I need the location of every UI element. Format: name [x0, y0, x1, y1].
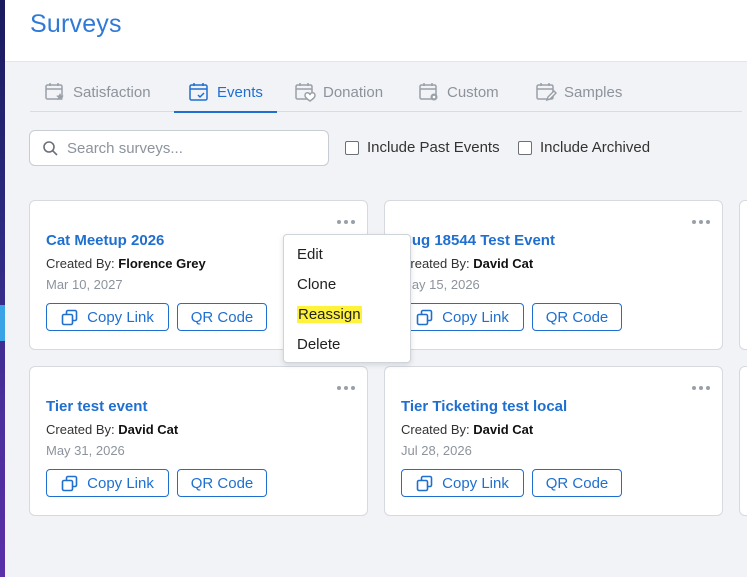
- survey-card-partial: [739, 366, 747, 516]
- copy-link-button[interactable]: Copy Link: [46, 469, 169, 497]
- tab-label: Satisfaction: [73, 83, 151, 101]
- survey-creator: Created By: David Cat: [401, 422, 534, 437]
- tab-events[interactable]: Events: [174, 72, 277, 113]
- more-options-icon[interactable]: [337, 379, 355, 397]
- copy-link-button[interactable]: Copy Link: [401, 303, 524, 331]
- tab-label: Events: [217, 83, 263, 101]
- survey-date: Jul 28, 2026: [401, 443, 472, 458]
- copy-link-button[interactable]: Copy Link: [401, 469, 524, 497]
- include-past-events-checkbox[interactable]: Include Past Events: [345, 139, 500, 156]
- page-header: Surveys: [5, 0, 747, 62]
- tab-label: Donation: [323, 83, 384, 101]
- calendar-star-icon: [45, 83, 64, 101]
- calendar-check-icon: [189, 83, 208, 101]
- survey-date: May 31, 2026: [46, 443, 125, 458]
- include-archived-checkbox[interactable]: Include Archived: [518, 139, 650, 156]
- survey-card: Bug 18544 Test Event Created By: David C…: [384, 200, 723, 350]
- tab-donation[interactable]: Donation: [294, 72, 383, 112]
- app-sidebar-strip: [0, 0, 5, 577]
- survey-card-partial: [739, 200, 747, 350]
- calendar-heart-icon: [295, 83, 316, 102]
- survey-creator: Created By: David Cat: [46, 422, 179, 437]
- checkbox-box[interactable]: [518, 140, 532, 155]
- page-title: Surveys: [30, 10, 122, 38]
- menu-item-clone[interactable]: Clone: [297, 276, 336, 293]
- search-icon: [43, 140, 58, 156]
- tab-samples[interactable]: Samples: [535, 72, 622, 112]
- survey-creator: Created By: David Cat: [401, 256, 534, 271]
- more-options-icon[interactable]: [692, 213, 710, 231]
- survey-title[interactable]: Cat Meetup 2026: [46, 232, 164, 249]
- copy-link-icon: [61, 309, 78, 325]
- card-context-menu: Edit Clone Reassign Delete: [283, 234, 411, 363]
- survey-title[interactable]: Tier Ticketing test local: [401, 398, 567, 415]
- survey-date: Mar 10, 2027: [46, 277, 123, 292]
- tab-satisfaction[interactable]: Satisfaction: [44, 72, 151, 112]
- copy-link-icon: [61, 475, 78, 491]
- tab-label: Custom: [447, 83, 499, 101]
- copy-link-icon: [416, 309, 433, 325]
- sidebar-active-indicator: [0, 305, 5, 341]
- search-input[interactable]: [67, 139, 307, 157]
- qr-code-button[interactable]: QR Code: [177, 469, 267, 497]
- qr-code-button[interactable]: QR Code: [177, 303, 267, 331]
- copy-link-icon: [416, 475, 433, 491]
- calendar-gear-icon: [419, 83, 438, 101]
- qr-code-button[interactable]: QR Code: [532, 303, 622, 331]
- menu-item-edit[interactable]: Edit: [297, 246, 323, 263]
- menu-item-delete[interactable]: Delete: [297, 336, 340, 353]
- qr-code-button[interactable]: QR Code: [532, 469, 622, 497]
- survey-card: Tier Ticketing test local Created By: Da…: [384, 366, 723, 516]
- more-options-icon[interactable]: [337, 213, 355, 231]
- checkbox-label: Include Past Events: [367, 139, 500, 156]
- calendar-edit-icon: [536, 83, 557, 102]
- menu-item-reassign[interactable]: Reassign: [297, 306, 362, 323]
- survey-title[interactable]: Bug 18544 Test Event: [401, 232, 555, 249]
- checkbox-box[interactable]: [345, 140, 359, 155]
- search-box: [29, 130, 329, 166]
- tab-custom[interactable]: Custom: [418, 72, 499, 112]
- survey-card: Tier test event Created By: David Cat Ma…: [29, 366, 368, 516]
- checkbox-label: Include Archived: [540, 139, 651, 156]
- survey-type-tabs: Satisfaction Events Donation Custom Samp…: [30, 72, 742, 113]
- survey-creator: Created By: Florence Grey: [46, 256, 206, 271]
- tab-label: Samples: [564, 83, 623, 101]
- survey-date: May 15, 2026: [401, 277, 480, 292]
- more-options-icon[interactable]: [692, 379, 710, 397]
- survey-title[interactable]: Tier test event: [46, 398, 147, 415]
- copy-link-button[interactable]: Copy Link: [46, 303, 169, 331]
